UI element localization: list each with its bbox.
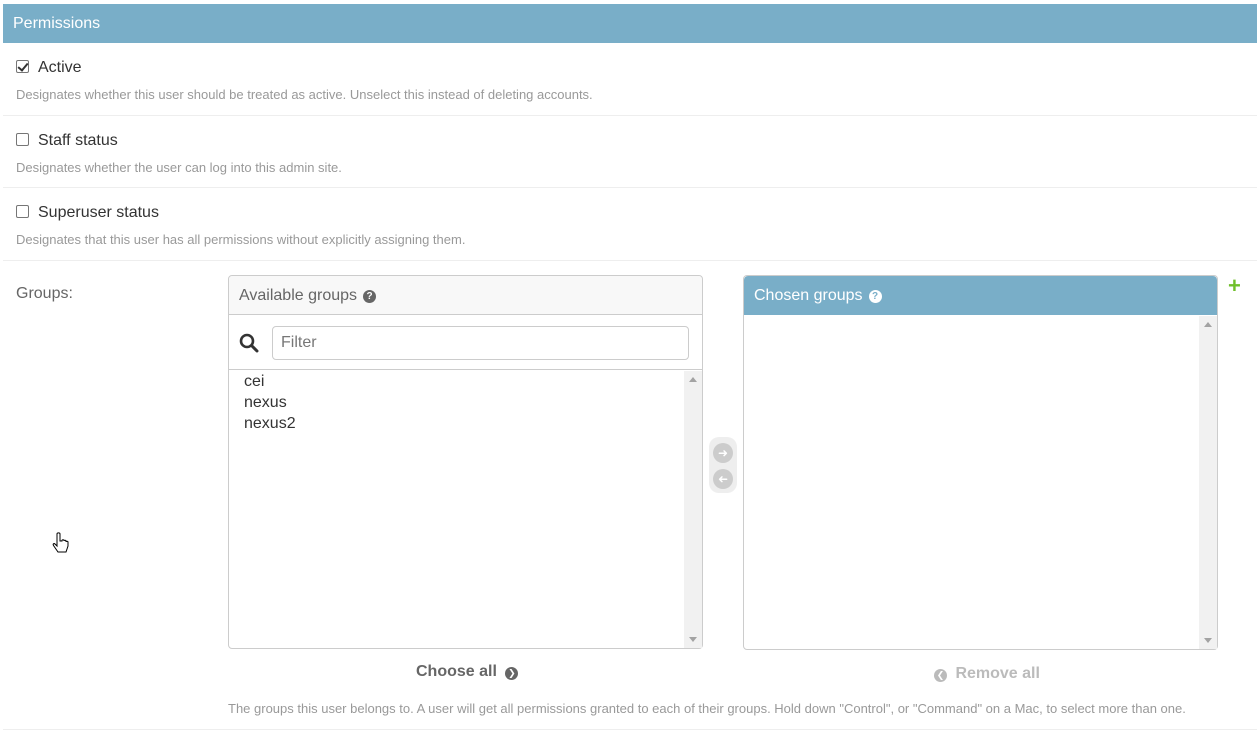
chosen-groups-title: Chosen groups? xyxy=(744,276,1217,315)
superuser-checkbox[interactable] xyxy=(16,205,29,218)
available-groups-title-text: Available groups xyxy=(239,287,358,304)
staff-row: Staff status Designates whether the user… xyxy=(3,116,1257,188)
groups-help: The groups this user belongs to. A user … xyxy=(228,701,1186,716)
filter-input[interactable] xyxy=(272,326,689,360)
available-groups-list[interactable]: cei nexus nexus2 xyxy=(229,371,684,434)
scroll-up-icon[interactable] xyxy=(1204,322,1212,327)
filter-row xyxy=(229,316,702,370)
superuser-row: Superuser status Designates that this us… xyxy=(3,188,1257,261)
scroll-down-icon[interactable] xyxy=(1204,638,1212,643)
active-help: Designates whether this user should be t… xyxy=(16,87,593,102)
chosen-scrollbar[interactable] xyxy=(1199,316,1217,649)
list-item[interactable]: cei xyxy=(229,371,684,392)
remove-all-button[interactable]: ❮ Remove all xyxy=(934,665,1040,683)
search-icon xyxy=(239,333,259,353)
chosen-groups-selector: Chosen groups? xyxy=(743,275,1218,650)
superuser-help: Designates that this user has all permis… xyxy=(16,232,466,247)
active-row: Active Designates whether this user shou… xyxy=(3,43,1257,116)
chosen-groups-title-text: Chosen groups xyxy=(754,287,863,304)
superuser-label[interactable]: Superuser status xyxy=(38,204,159,222)
remove-all-label: Remove all xyxy=(955,665,1040,682)
choose-all-label: Choose all xyxy=(416,663,497,680)
staff-checkbox[interactable] xyxy=(16,133,29,146)
staff-label[interactable]: Staff status xyxy=(38,132,118,150)
scroll-up-icon[interactable] xyxy=(689,377,697,382)
available-groups-selector: Available groups? cei nexus nexus2 xyxy=(228,275,703,649)
permissions-fieldset: Permissions Active Designates whether th… xyxy=(3,4,1257,732)
staff-help: Designates whether the user can log into… xyxy=(16,160,342,175)
add-icon[interactable]: + xyxy=(1228,275,1241,297)
hand-cursor-icon xyxy=(52,532,69,553)
list-item[interactable]: nexus xyxy=(229,392,684,413)
list-item[interactable]: nexus2 xyxy=(229,413,684,434)
arrow-left-circle-icon[interactable]: ➜ xyxy=(713,469,733,489)
available-scrollbar[interactable] xyxy=(684,371,702,648)
available-groups-title: Available groups? xyxy=(229,276,702,315)
chooser-buttons: ➜ ➜ xyxy=(709,437,737,493)
choose-all-button[interactable]: Choose all ❯ xyxy=(416,663,519,681)
active-label[interactable]: Active xyxy=(38,59,82,77)
arrow-right-circle-icon[interactable]: ➜ xyxy=(713,443,733,463)
help-icon[interactable]: ? xyxy=(363,290,377,303)
scroll-down-icon[interactable] xyxy=(689,637,697,642)
chevron-right-icon: ❯ xyxy=(505,667,519,680)
help-icon[interactable]: ? xyxy=(868,290,882,303)
chevron-left-icon: ❮ xyxy=(934,669,947,682)
fieldset-header: Permissions xyxy=(3,4,1257,43)
active-checkbox[interactable] xyxy=(16,60,29,73)
groups-label: Groups: xyxy=(16,285,73,302)
